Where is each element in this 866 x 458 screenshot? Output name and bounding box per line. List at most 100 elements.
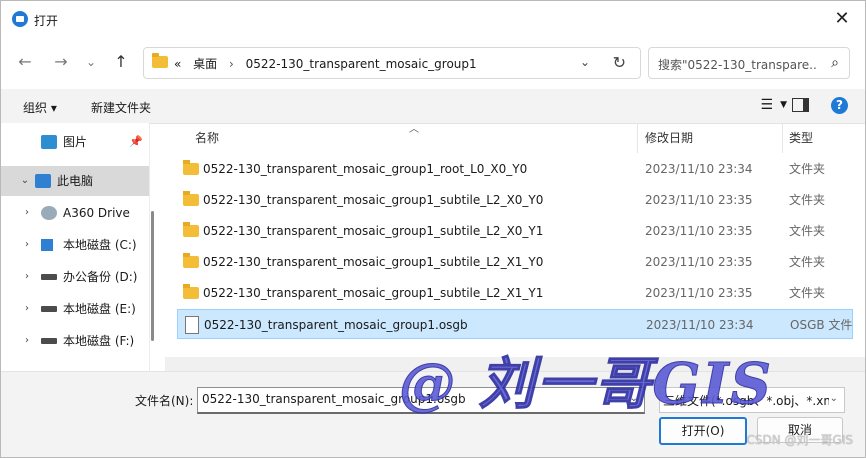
file-type: OSGB 文件 bbox=[790, 318, 853, 332]
chevron-right-icon[interactable]: › bbox=[229, 57, 234, 71]
drive-icon bbox=[41, 338, 57, 344]
file-type: 文件夹 bbox=[789, 255, 826, 269]
forward-arrow-icon[interactable]: → bbox=[51, 52, 71, 72]
chevron-right-icon[interactable]: › bbox=[21, 294, 33, 324]
file-name: 0522-130_transparent_mosaic_group1_subti… bbox=[203, 224, 544, 238]
file-name: 0522-130_transparent_mosaic_group1.osgb bbox=[204, 318, 468, 332]
csdn-watermark: CSDN @刘一哥GIS bbox=[746, 433, 853, 447]
chevron-down-icon[interactable]: ⌄ bbox=[580, 55, 590, 69]
column-divider[interactable] bbox=[782, 123, 783, 153]
drive-icon bbox=[41, 306, 57, 312]
chevron-down-icon[interactable]: ⌄ bbox=[830, 393, 838, 404]
author-watermark: @ 刘一哥GIS bbox=[399, 351, 773, 418]
chevron-down-icon[interactable]: ▼ bbox=[780, 100, 787, 110]
file-type: 文件夹 bbox=[789, 193, 826, 207]
file-icon bbox=[185, 316, 199, 334]
sidebar-item-this-pc[interactable]: ⌄ 此电脑 bbox=[1, 166, 149, 196]
file-row[interactable]: 0522-130_transparent_mosaic_group1_subti… bbox=[177, 278, 853, 308]
sort-ascending-icon: ︿ bbox=[409, 124, 419, 135]
sidebar-scrollbar[interactable] bbox=[151, 211, 154, 341]
file-name: 0522-130_transparent_mosaic_group1_root_… bbox=[203, 162, 528, 176]
address-overflow-icon[interactable]: « bbox=[174, 57, 181, 71]
title-bar: 打开 ✕ bbox=[1, 1, 865, 37]
new-folder-button[interactable]: 新建文件夹 bbox=[91, 99, 151, 116]
file-type: 文件夹 bbox=[789, 162, 826, 176]
sidebar-item-pictures[interactable]: 图片 📌 bbox=[1, 127, 149, 157]
folder-icon bbox=[183, 191, 199, 206]
chevron-right-icon[interactable]: › bbox=[21, 326, 33, 356]
sidebar-item-drive-f[interactable]: › 本地磁盘 (F:) bbox=[1, 326, 149, 356]
sidebar-item-label: A360 Drive bbox=[63, 206, 130, 220]
sidebar-item-drive-c[interactable]: › 本地磁盘 (C:) bbox=[1, 230, 149, 260]
windows-drive-icon bbox=[41, 239, 53, 251]
file-date: 2023/11/10 23:35 bbox=[645, 193, 753, 207]
search-icon[interactable]: ⌕ bbox=[831, 55, 839, 71]
sidebar-item-label: 此电脑 bbox=[57, 174, 94, 188]
pin-icon[interactable]: 📌 bbox=[129, 127, 143, 157]
command-bar: 组织 ▾ 新建文件夹 ☰ ▼ ? bbox=[1, 89, 865, 124]
breadcrumb: « 桌面 › 0522-130_transparent_mosaic_group… bbox=[174, 55, 485, 72]
pictures-icon bbox=[41, 135, 57, 149]
open-button[interactable]: 打开(O) bbox=[659, 417, 747, 445]
cloud-drive-icon bbox=[41, 206, 57, 220]
help-icon[interactable]: ? bbox=[831, 97, 848, 114]
drive-icon bbox=[41, 274, 57, 280]
navigation-pane: 图片 📌 ⌄ 此电脑 › A360 Drive › 本地磁盘 (C:) › 办公… bbox=[1, 123, 150, 371]
filename-label: 文件名(N): bbox=[135, 394, 194, 408]
folder-icon bbox=[183, 253, 199, 268]
search-box[interactable]: 搜索"0522-130_transpare... ⌕ bbox=[648, 47, 850, 79]
open-file-dialog: 打开 ✕ ← → ⌄ ↑ « 桌面 › 0522-130_transparent… bbox=[0, 0, 866, 458]
file-name: 0522-130_transparent_mosaic_group1_subti… bbox=[203, 286, 544, 300]
sidebar-item-label: 本地磁盘 (E:) bbox=[63, 302, 136, 316]
file-date: 2023/11/10 23:35 bbox=[645, 255, 753, 269]
sidebar-item-label: 本地磁盘 (F:) bbox=[63, 334, 135, 348]
column-header-row: ︿ 名称 修改日期 类型 bbox=[165, 123, 865, 153]
pc-icon bbox=[35, 174, 51, 188]
sidebar-item-drive-e[interactable]: › 本地磁盘 (E:) bbox=[1, 294, 149, 324]
app-icon bbox=[12, 11, 28, 27]
column-header-type[interactable]: 类型 bbox=[789, 129, 813, 146]
chevron-down-icon[interactable]: ⌄ bbox=[19, 166, 31, 196]
sidebar-item-label: 图片 bbox=[63, 135, 88, 149]
breadcrumb-item[interactable]: 0522-130_transparent_mosaic_group1 bbox=[246, 57, 477, 71]
folder-icon bbox=[183, 284, 199, 299]
file-date: 2023/11/10 23:34 bbox=[645, 162, 753, 176]
file-list: ︿ 名称 修改日期 类型 0522-130_transparent_mosaic… bbox=[165, 123, 865, 371]
file-name: 0522-130_transparent_mosaic_group1_subti… bbox=[203, 255, 544, 269]
back-arrow-icon[interactable]: ← bbox=[15, 52, 35, 72]
chevron-right-icon[interactable]: › bbox=[21, 262, 33, 292]
close-icon[interactable]: ✕ bbox=[829, 7, 855, 31]
sidebar-item-label: 本地磁盘 (C:) bbox=[63, 238, 137, 252]
file-type: 文件夹 bbox=[789, 286, 826, 300]
preview-pane-icon[interactable] bbox=[792, 98, 809, 112]
dialog-title: 打开 bbox=[34, 14, 59, 28]
column-header-name[interactable]: 名称 bbox=[195, 129, 219, 146]
file-date: 2023/11/10 23:35 bbox=[645, 286, 753, 300]
file-type: 文件夹 bbox=[789, 224, 826, 238]
file-date: 2023/11/10 23:35 bbox=[645, 224, 753, 238]
search-placeholder: 搜索"0522-130_transpare... bbox=[658, 58, 818, 72]
organize-menu-button[interactable]: 组织 ▾ bbox=[23, 99, 57, 116]
sidebar-item-drive-d[interactable]: › 办公备份 (D:) bbox=[1, 262, 149, 292]
file-row[interactable]: 0522-130_transparent_mosaic_group1_subti… bbox=[177, 216, 853, 246]
file-row[interactable]: 0522-130_transparent_mosaic_group1_subti… bbox=[177, 247, 853, 277]
recent-locations-chevron-icon[interactable]: ⌄ bbox=[81, 52, 101, 72]
column-header-date[interactable]: 修改日期 bbox=[645, 129, 693, 146]
view-list-icon[interactable]: ☰ bbox=[760, 97, 773, 113]
chevron-right-icon[interactable]: › bbox=[21, 230, 33, 260]
sidebar-item-label: 办公备份 (D:) bbox=[63, 270, 138, 284]
sidebar-item-a360-drive[interactable]: › A360 Drive bbox=[1, 198, 149, 228]
file-row[interactable]: 0522-130_transparent_mosaic_group1_subti… bbox=[177, 185, 853, 215]
breadcrumb-item[interactable]: 桌面 bbox=[193, 57, 217, 71]
file-row-selected[interactable]: 0522-130_transparent_mosaic_group1.osgb … bbox=[177, 309, 853, 339]
chevron-right-icon[interactable]: › bbox=[21, 198, 33, 228]
folder-icon bbox=[183, 160, 199, 175]
address-bar[interactable]: « 桌面 › 0522-130_transparent_mosaic_group… bbox=[143, 47, 641, 79]
file-name: 0522-130_transparent_mosaic_group1_subti… bbox=[203, 193, 544, 207]
refresh-icon[interactable]: ↻ bbox=[613, 53, 626, 72]
file-row[interactable]: 0522-130_transparent_mosaic_group1_root_… bbox=[177, 154, 853, 184]
folder-icon bbox=[152, 53, 168, 68]
column-divider[interactable] bbox=[637, 123, 638, 153]
up-arrow-icon[interactable]: ↑ bbox=[111, 52, 131, 72]
folder-icon bbox=[183, 222, 199, 237]
